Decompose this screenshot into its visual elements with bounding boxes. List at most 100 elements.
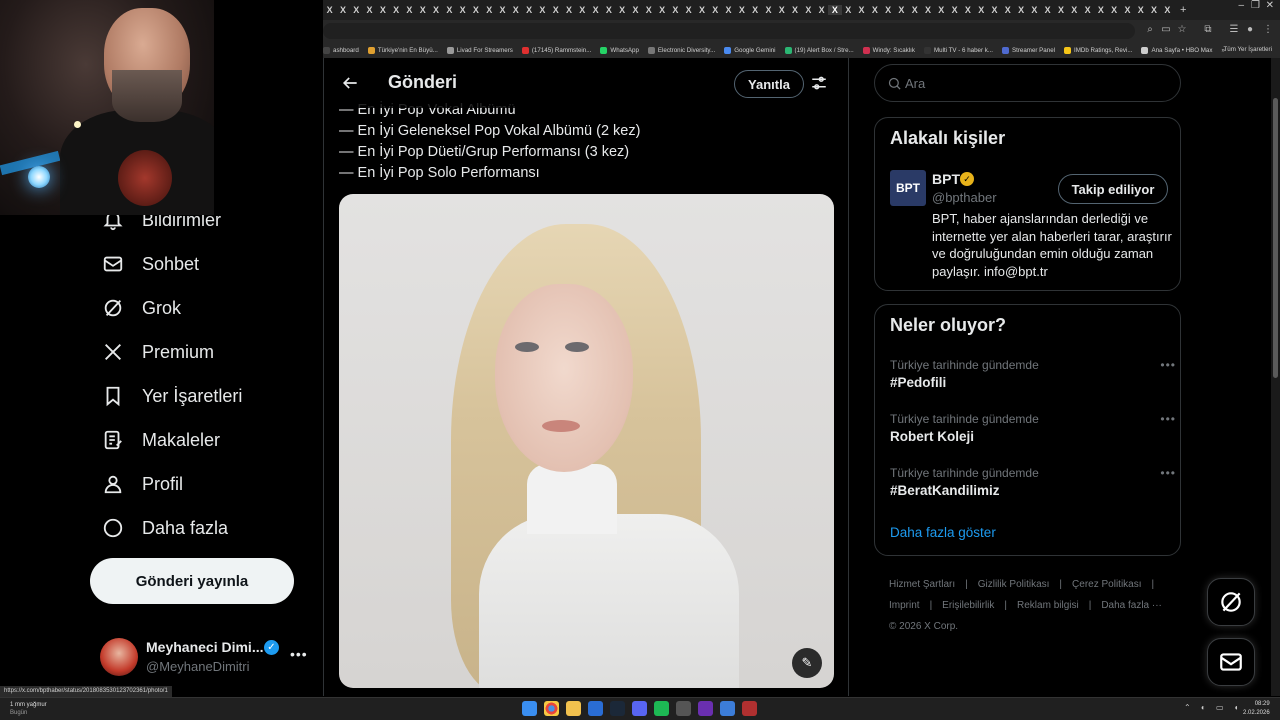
footer-link[interactable]: Daha fazla ···: [1101, 600, 1162, 611]
browser-tab[interactable]: X: [602, 5, 615, 15]
browser-tab[interactable]: X: [443, 5, 456, 15]
browser-tab[interactable]: X: [682, 5, 695, 15]
browser-tab[interactable]: X: [709, 5, 722, 15]
footer-link[interactable]: Erişilebilirlik: [942, 600, 994, 611]
browser-tab[interactable]: X: [1068, 5, 1081, 15]
discord-icon[interactable]: [632, 701, 647, 716]
trend-more-icon[interactable]: •••: [1160, 412, 1176, 426]
image-edit-icon[interactable]: ✎: [792, 648, 822, 678]
browser-tab[interactable]: X: [416, 5, 429, 15]
minimize-icon[interactable]: –: [1238, 0, 1244, 11]
back-arrow-icon[interactable]: [340, 73, 360, 93]
browser-tab[interactable]: X: [1041, 5, 1054, 15]
filter-sliders-icon[interactable]: [810, 74, 828, 92]
browser-tab[interactable]: X: [629, 5, 642, 15]
browser-tab[interactable]: X: [1134, 5, 1147, 15]
browser-tab[interactable]: X: [749, 5, 762, 15]
browser-tab[interactable]: X: [642, 5, 655, 15]
footer-link[interactable]: Imprint: [889, 600, 920, 611]
browser-tab[interactable]: X: [935, 5, 948, 15]
nav-item-grok[interactable]: Grok: [90, 288, 181, 328]
browser-tab[interactable]: X: [1108, 5, 1121, 15]
browser-tab[interactable]: X: [483, 5, 496, 15]
menu-icon[interactable]: ⋮: [1262, 24, 1274, 36]
browser-tab[interactable]: X: [855, 5, 868, 15]
reply-button[interactable]: Yanıtla: [734, 70, 804, 98]
trend-more-icon[interactable]: •••: [1160, 358, 1176, 372]
file-explorer-icon[interactable]: [566, 701, 581, 716]
browser-tab[interactable]: X: [921, 5, 934, 15]
search-input[interactable]: [905, 73, 1165, 93]
tweet-photo[interactable]: ✎: [339, 194, 834, 688]
scrollbar-thumb[interactable]: [1273, 98, 1278, 378]
weather-widget[interactable]: 1 mm yağmur Bugün: [10, 701, 47, 717]
browser-tab[interactable]: X: [775, 5, 788, 15]
browser-tab[interactable]: X: [1054, 5, 1067, 15]
start-icon[interactable]: [522, 701, 537, 716]
close-window-icon[interactable]: ✕: [1266, 0, 1274, 11]
browser-tab[interactable]: X: [722, 5, 735, 15]
browser-tab[interactable]: X: [469, 5, 482, 15]
browser-tab[interactable]: X: [788, 5, 801, 15]
account-switcher[interactable]: Meyhaneci Dimi... ✓ @MeyhaneDimitri •••: [100, 636, 314, 680]
bookmark-item[interactable]: Google Gemini: [724, 46, 776, 54]
browser-tab[interactable]: X: [961, 5, 974, 15]
bookmark-item[interactable]: Multi TV - 6 haber k...: [923, 46, 993, 54]
steam-icon[interactable]: [610, 701, 625, 716]
trend-item[interactable]: Türkiye tarihinde gündemde #BeratKandili…: [890, 466, 1175, 498]
browser-tab[interactable]: X: [509, 5, 522, 15]
search-box[interactable]: [874, 64, 1181, 102]
star-icon[interactable]: ☆: [1176, 24, 1188, 36]
browser-tab[interactable]: X: [496, 5, 509, 15]
browser-tab[interactable]: X: [1161, 5, 1174, 15]
bookmark-item[interactable]: Livad For Streamers: [446, 46, 513, 54]
all-bookmarks-folder[interactable]: Tüm Yer İşaretleri: [1224, 46, 1273, 53]
url-field[interactable]: [323, 23, 1135, 39]
browser-tab[interactable]: X: [389, 5, 402, 15]
browser-tab[interactable]: X: [988, 5, 1001, 15]
nav-item-chat[interactable]: Sohbet: [90, 244, 199, 284]
browser-tab[interactable]: X: [1094, 5, 1107, 15]
app-icon[interactable]: [676, 701, 691, 716]
bookmark-item[interactable]: Streamer Panel: [1002, 46, 1055, 54]
browser-tab[interactable]: X: [948, 5, 961, 15]
browser-tab[interactable]: X: [735, 5, 748, 15]
browser-tab[interactable]: X: [549, 5, 562, 15]
browser-tab[interactable]: X: [589, 5, 602, 15]
trend-item[interactable]: Türkiye tarihinde gündemde Robert Koleji…: [890, 412, 1175, 444]
browser-tab[interactable]: X: [1121, 5, 1134, 15]
browser-tab[interactable]: X: [536, 5, 549, 15]
browser-tab[interactable]: X: [975, 5, 988, 15]
browser-tab[interactable]: X: [403, 5, 416, 15]
browser-tab[interactable]: X: [1001, 5, 1014, 15]
browser-tab[interactable]: X: [669, 5, 682, 15]
zoom-icon[interactable]: ⌕: [1144, 24, 1156, 36]
browser-tab[interactable]: X: [842, 5, 855, 15]
browser-tab[interactable]: X: [562, 5, 575, 15]
bookmark-item[interactable]: (19) Alert Box / Stre...: [784, 46, 854, 54]
nav-item-articles[interactable]: Makaleler: [90, 420, 220, 460]
browser-tab[interactable]: X: [350, 5, 363, 15]
tabs-menu-icon[interactable]: ☰: [1228, 24, 1240, 36]
browser-tab[interactable]: X: [655, 5, 668, 15]
browser-tab[interactable]: X: [456, 5, 469, 15]
profile-icon[interactable]: ●: [1244, 24, 1256, 36]
bpt-logo[interactable]: BPT: [890, 170, 926, 206]
extensions-icon[interactable]: ⧉: [1202, 24, 1214, 36]
browser-tab[interactable]: X: [336, 5, 349, 15]
bookmark-item[interactable]: Windy: Sıcaklık: [862, 46, 915, 54]
account-more-icon[interactable]: •••: [290, 646, 308, 662]
following-button[interactable]: Takip ediliyor: [1058, 174, 1168, 204]
browser-tab[interactable]: X: [363, 5, 376, 15]
browser-tab[interactable]: X: [576, 5, 589, 15]
grok-fab-button[interactable]: [1207, 578, 1255, 626]
cast-icon[interactable]: ▭: [1160, 24, 1172, 36]
bookmark-item[interactable]: IMDb Ratings, Revi...: [1064, 46, 1132, 54]
page-scrollbar[interactable]: [1271, 58, 1280, 696]
browser-tab[interactable]: X: [895, 5, 908, 15]
browser-tab[interactable]: X: [868, 5, 881, 15]
messages-fab-button[interactable]: [1207, 638, 1255, 686]
browser-tab[interactable]: X: [815, 5, 828, 15]
restore-icon[interactable]: ❐: [1251, 0, 1260, 11]
browser-tab[interactable]: X: [1081, 5, 1094, 15]
